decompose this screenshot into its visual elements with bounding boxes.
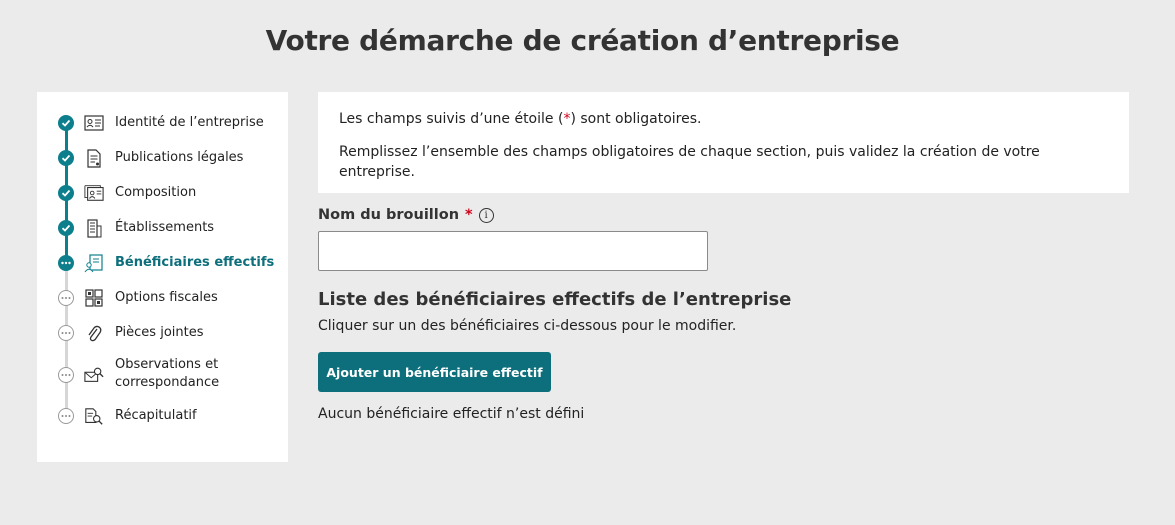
- step-pieces-jointes[interactable]: Pièces jointes: [37, 318, 288, 348]
- pending-icon: [58, 408, 74, 424]
- check-icon: [58, 115, 74, 131]
- beneficiaries-section-subtitle: Cliquer sur un des bénéficiaires ci-dess…: [318, 318, 737, 334]
- step-label: Récapitulatif: [115, 408, 197, 423]
- step-beneficiaires[interactable]: Bénéficiaires effectifs: [37, 248, 288, 278]
- notice-text-before: Les champs suivis d’une étoile (: [339, 111, 564, 127]
- step-composition[interactable]: Composition: [37, 178, 288, 208]
- add-beneficiary-button[interactable]: Ajouter un bénéficiaire effectif: [318, 352, 551, 392]
- required-fields-text: Les champs suivis d’une étoile (*) sont …: [339, 109, 1108, 129]
- draft-name-label: Nom du brouillon * i: [318, 207, 494, 223]
- draft-name-input[interactable]: [318, 231, 708, 271]
- in-progress-icon: [58, 255, 74, 271]
- id-card-icon: [84, 113, 104, 133]
- required-star: *: [465, 207, 473, 223]
- document-icon: [84, 148, 104, 168]
- check-icon: [58, 150, 74, 166]
- step-label: Observations et correspondance: [115, 356, 219, 392]
- step-label: Établissements: [115, 220, 215, 235]
- step-label-line1: Observations et: [115, 357, 219, 372]
- step-label: Pièces jointes: [115, 325, 204, 340]
- pending-icon: [58, 290, 74, 306]
- grid-icon: [84, 288, 104, 308]
- beneficiaries-section-title: Liste des bénéficiaires effectifs de l’e…: [318, 289, 792, 310]
- step-label: Identité de l’entreprise: [115, 115, 264, 130]
- notice-text-after: ) sont obligatoires.: [570, 111, 702, 127]
- step-publications[interactable]: Publications légales: [37, 143, 288, 173]
- step-options-fiscales[interactable]: Options fiscales: [37, 283, 288, 313]
- step-etablissements[interactable]: Établissements: [37, 213, 288, 243]
- people-list-icon: [84, 183, 104, 203]
- info-icon[interactable]: i: [478, 207, 494, 223]
- pending-icon: [58, 325, 74, 341]
- beneficiaries-icon: [84, 253, 104, 273]
- step-label: Composition: [115, 185, 197, 200]
- check-icon: [58, 220, 74, 236]
- step-label: Publications légales: [115, 150, 244, 165]
- required-fields-notice: Les champs suivis d’une étoile (*) sont …: [318, 92, 1129, 193]
- page-title: Votre démarche de création d’entreprise: [265, 24, 900, 57]
- step-label: Bénéficiaires effectifs: [115, 255, 275, 270]
- step-identite[interactable]: Identité de l’entreprise: [37, 108, 288, 138]
- building-icon: [84, 218, 104, 238]
- check-icon: [58, 185, 74, 201]
- steps-sidebar: Identité de l’entreprise Publications lé…: [37, 92, 288, 462]
- step-label-line2: correspondance: [115, 375, 220, 390]
- pending-icon: [58, 367, 74, 383]
- summary-search-icon: [84, 406, 104, 426]
- mail-search-icon: [84, 365, 104, 385]
- empty-beneficiaries-message: Aucun bénéficiaire effectif n’est défini: [318, 406, 585, 422]
- step-label: Options fiscales: [115, 290, 218, 305]
- draft-name-label-text: Nom du brouillon: [318, 207, 460, 223]
- fill-instructions-text: Remplissez l’ensemble des champs obligat…: [339, 144, 1040, 180]
- paperclip-icon: [84, 323, 104, 343]
- step-observations[interactable]: Observations et correspondance: [37, 355, 288, 395]
- step-recapitulatif[interactable]: Récapitulatif: [37, 401, 288, 431]
